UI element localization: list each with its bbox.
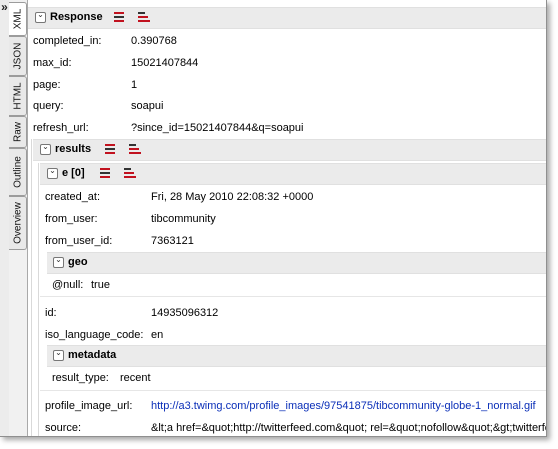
divider [40, 296, 546, 297]
field-value: Fri, 28 May 2010 22:08:32 +0000 [151, 191, 314, 203]
field-key: max_id: [33, 57, 72, 69]
field-value: recent [120, 372, 151, 384]
tab-json-label: JSON [12, 42, 23, 70]
metadata-node-header: metadata [47, 345, 546, 367]
field-value: 14935096312 [151, 307, 219, 319]
field-row-source: source: &lt;a href=&quot;http://twitterf… [28, 418, 546, 436]
field-key: created_at: [45, 191, 101, 203]
entry-sort-icon[interactable] [124, 167, 136, 180]
metadata-title: metadata [68, 349, 117, 361]
field-key: result_type: [52, 372, 109, 384]
field-key: query: [33, 100, 64, 112]
field-value: 15021407844 [131, 57, 199, 69]
field-row-iso-language-code: iso_language_code: en [28, 325, 546, 345]
entry-collapse-toggle[interactable] [47, 168, 58, 179]
field-value: soapui [131, 100, 164, 112]
field-row-result-type: result_type: recent [28, 368, 546, 388]
geo-node-header: geo [47, 252, 546, 274]
tab-overview[interactable]: Overview [9, 196, 27, 250]
field-value: 7363121 [151, 235, 194, 247]
results-collapse-toggle[interactable] [40, 144, 51, 155]
field-key: from_user: [45, 213, 98, 225]
view-tabs: XML JSON HTML Raw Outline Overview [9, 0, 28, 436]
tab-outline-label: Outline [12, 156, 23, 188]
response-list-icon[interactable] [114, 11, 126, 24]
field-row-geo-null: @null: true [28, 275, 546, 295]
geo-collapse-toggle[interactable] [53, 257, 64, 268]
field-value: tibcommunity [151, 213, 216, 225]
results-list-icon[interactable] [105, 143, 117, 156]
divider [40, 390, 546, 391]
tab-overview-label: Overview [12, 202, 23, 244]
entry-list-icon[interactable] [100, 167, 112, 180]
field-key: completed_in: [33, 35, 102, 47]
metadata-collapse-toggle[interactable] [53, 350, 64, 361]
tab-outline[interactable]: Outline [9, 148, 27, 196]
field-value: 0.390768 [131, 35, 177, 47]
field-key: @null: [52, 279, 84, 291]
response-collapse-toggle[interactable] [35, 12, 46, 23]
tab-html-label: HTML [12, 82, 23, 110]
response-sort-icon[interactable] [138, 11, 150, 24]
field-row-from-user: from_user: tibcommunity [28, 209, 546, 229]
expand-arrows-icon[interactable]: » [0, 0, 9, 16]
geo-title: geo [68, 256, 88, 268]
tab-raw[interactable]: Raw [9, 116, 27, 148]
tab-xml[interactable]: XML [9, 2, 27, 36]
soapui-response-viewer: » XML JSON HTML Raw Outline Overview Res… [0, 0, 547, 437]
response-title: Response [50, 11, 103, 23]
field-value: ?since_id=15021407844&q=soapui [131, 122, 304, 134]
field-key: from_user_id: [45, 235, 113, 247]
field-value: true [91, 279, 110, 291]
field-row-profile-image-url: profile_image_url: http://a3.twimg.com/p… [28, 396, 546, 416]
field-key: iso_language_code: [45, 329, 144, 341]
field-key: page: [33, 79, 61, 91]
field-value: 1 [131, 79, 138, 91]
field-row-query: query: soapui [28, 96, 546, 116]
field-row-refresh-url: refresh_url: ?since_id=15021407844&q=soa… [28, 118, 546, 138]
tab-html[interactable]: HTML [9, 76, 27, 116]
tab-xml-label: XML [12, 8, 23, 30]
field-row-id: id: 14935096312 [28, 303, 546, 323]
field-row-completed-in: completed_in: 0.390768 [28, 31, 546, 51]
field-value: en [151, 329, 164, 341]
field-row-page: page: 1 [28, 75, 546, 95]
field-row-created-at: created_at: Fri, 28 May 2010 22:08:32 +0… [28, 187, 546, 207]
field-value: &lt;a href=&quot;http://twitterfeed.com&… [151, 422, 546, 434]
tab-raw-label: Raw [12, 121, 23, 143]
profile-image-link[interactable]: http://a3.twimg.com/profile_images/97541… [151, 400, 536, 412]
field-row-max-id: max_id: 15021407844 [28, 53, 546, 73]
results-title: results [55, 143, 92, 155]
response-node-header: Response [28, 7, 546, 29]
field-row-from-user-id: from_user_id: 7363121 [28, 231, 546, 251]
results-node-header: results [33, 139, 546, 161]
entry-node-header: e [0] [40, 163, 546, 185]
entry-title: e [0] [62, 167, 85, 179]
field-key: id: [45, 307, 57, 319]
tab-json[interactable]: JSON [9, 36, 27, 76]
field-key: source: [45, 422, 82, 434]
results-sort-icon[interactable] [129, 143, 141, 156]
field-key: profile_image_url: [45, 400, 133, 412]
field-key: refresh_url: [33, 122, 89, 134]
outline-tree: Response completed_in: 0.390768 max_id: … [28, 0, 546, 436]
